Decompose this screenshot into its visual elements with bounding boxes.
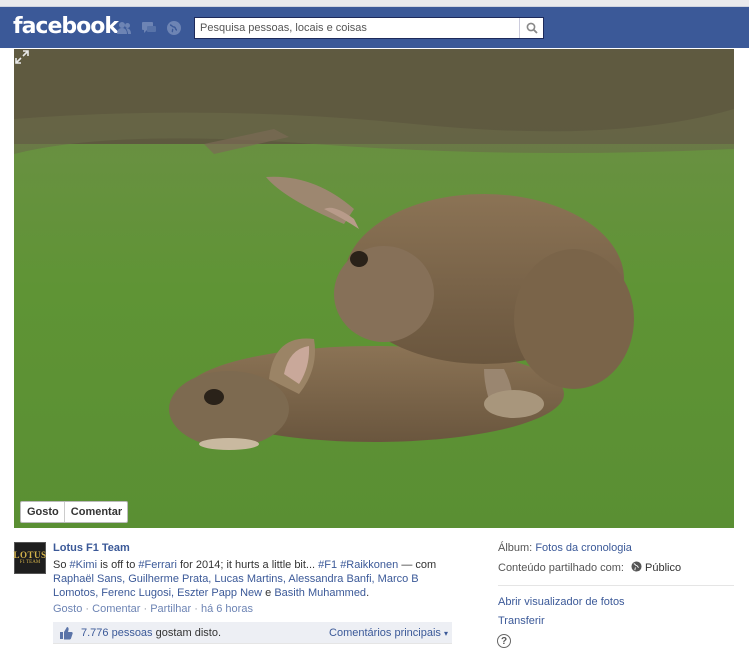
post-photo[interactable]: Gosto Comentar bbox=[14, 49, 734, 528]
browser-edge bbox=[0, 0, 749, 7]
hashtag-f1[interactable]: #F1 bbox=[318, 559, 337, 571]
notifications-globe-icon[interactable] bbox=[166, 20, 182, 36]
facebook-logo[interactable]: facebook bbox=[13, 14, 119, 39]
public-globe-icon bbox=[631, 561, 642, 572]
search-box bbox=[194, 17, 544, 39]
likes-bar: 7.776 pessoas gostam disto. Comentários … bbox=[53, 622, 452, 644]
page-avatar[interactable]: LOTUS F1 TEAM bbox=[14, 542, 46, 574]
comments-filter-dropdown[interactable]: Comentários principais ▾ bbox=[329, 627, 448, 639]
album-row: Álbum: Fotos da cronologia bbox=[498, 542, 632, 554]
friend-requests-icon[interactable] bbox=[116, 20, 132, 36]
search-icon bbox=[526, 22, 538, 34]
privacy-value[interactable]: Público bbox=[645, 562, 681, 574]
post-text: So #Kimi is off to #Ferrari for 2014; it… bbox=[53, 559, 437, 599]
post-actions: Gosto · Comentar · Partilhar · há 6 hora… bbox=[53, 603, 253, 615]
expand-icon[interactable] bbox=[14, 49, 30, 65]
top-bar: facebook bbox=[0, 0, 749, 48]
post-body: Lotus F1 Team So #Kimi is off to #Ferrar… bbox=[53, 542, 463, 615]
messages-icon[interactable] bbox=[141, 20, 157, 36]
photo-comment-button[interactable]: Comentar bbox=[63, 502, 127, 522]
share-link[interactable]: Partilhar bbox=[150, 603, 191, 615]
search-input[interactable] bbox=[195, 18, 520, 38]
photo-options: Abrir visualizador de fotos Transferir bbox=[498, 596, 625, 634]
likes-summary: 7.776 pessoas gostam disto. bbox=[81, 627, 222, 639]
search-button[interactable] bbox=[519, 18, 543, 38]
likes-count[interactable]: 7.776 pessoas bbox=[81, 627, 153, 639]
photo-action-bar: Gosto Comentar bbox=[20, 501, 129, 523]
comment-link[interactable]: Comentar bbox=[92, 603, 140, 615]
chevron-down-icon: ▾ bbox=[443, 629, 448, 638]
hashtag-ferrari[interactable]: #Ferrari bbox=[138, 559, 177, 571]
divider bbox=[498, 585, 734, 586]
photo-like-button[interactable]: Gosto bbox=[21, 502, 64, 522]
thumbs-up-icon bbox=[60, 627, 73, 640]
photo-info: Álbum: Fotos da cronologia Conteúdo part… bbox=[498, 542, 738, 580]
download-link[interactable]: Transferir bbox=[498, 615, 625, 634]
privacy-row: Conteúdo partilhado com: Público bbox=[498, 561, 682, 574]
open-photo-viewer-link[interactable]: Abrir visualizador de fotos bbox=[498, 596, 625, 615]
help-icon[interactable]: ? bbox=[497, 634, 511, 648]
hashtag-raikkonen[interactable]: #Raikkonen bbox=[340, 559, 398, 571]
tagged-person-last[interactable]: Basith Muhammed bbox=[274, 587, 366, 599]
like-link[interactable]: Gosto bbox=[53, 603, 82, 615]
hashtag-kimi[interactable]: #Kimi bbox=[70, 559, 98, 571]
rabbits-photo-illustration bbox=[14, 49, 734, 528]
author-name[interactable]: Lotus F1 Team bbox=[53, 542, 463, 554]
timestamp[interactable]: há 6 horas bbox=[201, 603, 253, 615]
album-link[interactable]: Fotos da cronologia bbox=[535, 542, 632, 554]
